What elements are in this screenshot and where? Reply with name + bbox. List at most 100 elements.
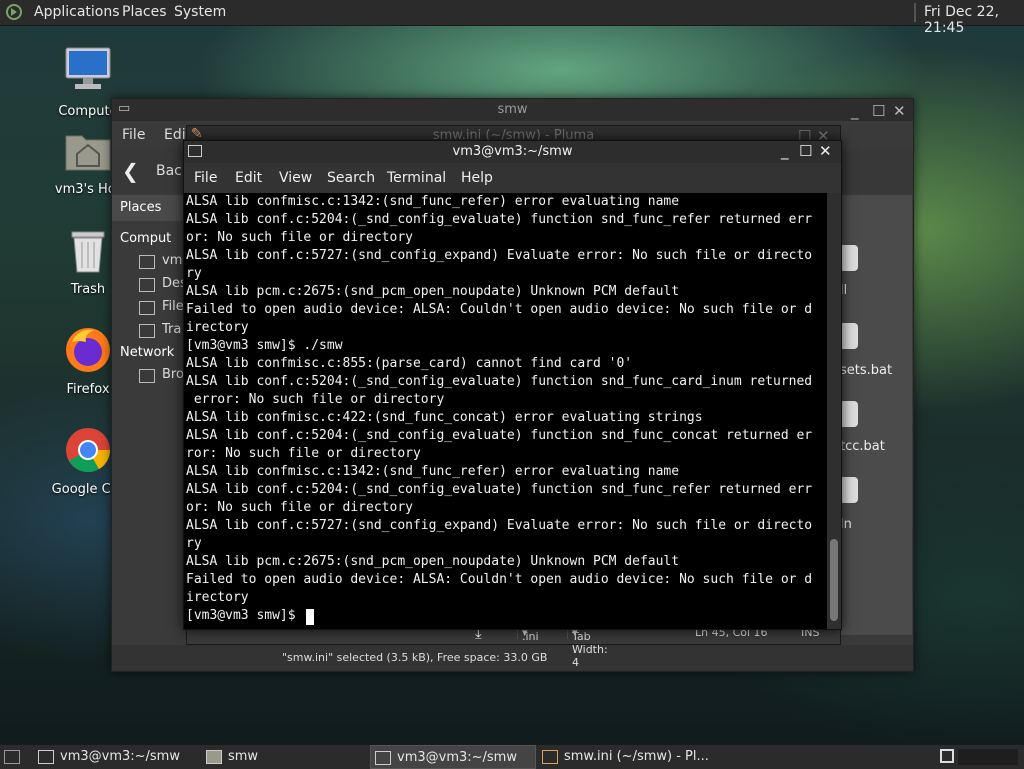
taskbar-item-pluma[interactable]: smw.ini (~/smw) - Pl...: [538, 745, 738, 769]
bottom-panel: vm3@vm3:~/smw smw vm3@vm3:~/smw smw.ini …: [0, 744, 1024, 769]
window-title: vm3@vm3:~/smw: [452, 144, 573, 159]
terminal-line: ALSA lib pcm.c:2675:(snd_pcm_open_noupda…: [186, 284, 680, 299]
terminal-line: ALSA lib conf.c:5204:(_snd_config_evalua…: [186, 374, 813, 389]
computer-icon: [65, 47, 111, 89]
terminal-line: ALSA lib confmisc.c:855:(parse_card) can…: [186, 356, 633, 371]
terminal-line: [vm3@vm3 smw]$: [186, 608, 304, 623]
home-icon: [139, 255, 155, 269]
folder-icon: [206, 750, 222, 764]
file-manager-sidebar: Comput vm Des File Tra Network Bro: [112, 223, 194, 663]
terminal-line: or: No such file or directory: [186, 500, 413, 515]
maximize-button[interactable]: ☐: [799, 142, 812, 160]
network-icon: [139, 369, 155, 383]
tab-width-label: Tab Width: 4: [572, 630, 608, 669]
taskbar-item-terminal[interactable]: vm3@vm3:~/smw: [34, 745, 200, 769]
menu-help[interactable]: Help: [461, 170, 493, 186]
sidebar-item-browse-network[interactable]: Bro: [162, 367, 184, 382]
applications-menu[interactable]: Applications: [34, 4, 120, 20]
filesystem-icon: [139, 301, 155, 315]
terminal-line: ry: [186, 536, 202, 551]
text-editor-icon: [542, 750, 558, 764]
minimize-button[interactable]: _: [851, 102, 859, 120]
window-titlebar[interactable]: vm3@vm3:~/smw _ ☐ ✕: [184, 141, 841, 163]
menu-edit[interactable]: Edit: [235, 170, 262, 186]
close-button[interactable]: ✕: [893, 102, 906, 120]
trash-small-icon: [139, 324, 155, 338]
menu-search[interactable]: Search: [327, 170, 375, 186]
terminal-output[interactable]: ALSA lib confmisc.c:1342:(snd_func_refer…: [184, 193, 827, 629]
mate-logo-icon[interactable]: [6, 4, 22, 20]
terminal-line: ALSA lib conf.c:5727:(snd_config_expand)…: [186, 518, 813, 533]
back-arrow-icon[interactable]: ❮: [122, 159, 139, 183]
terminal-icon: [38, 750, 54, 764]
file-label[interactable]: tcc.bat: [840, 439, 885, 454]
terminal-line: Failed to open audio device: ALSA: Could…: [186, 572, 813, 587]
status-text: "smw.ini" selected (3.5 kB), Free space:…: [282, 651, 548, 664]
workspace-switcher[interactable]: [940, 749, 954, 763]
terminal-line: irectory: [186, 320, 249, 335]
terminal-line: ry: [186, 266, 202, 281]
terminal-window[interactable]: vm3@vm3:~/smw _ ☐ ✕ File Edit View Searc…: [183, 140, 842, 630]
terminal-line: ALSA lib confmisc.c:1342:(snd_func_refer…: [186, 194, 680, 209]
desktop-icon: [139, 278, 155, 292]
firefox-icon: [66, 328, 110, 372]
language-label: .ini: [522, 630, 539, 643]
sidebar-places-selector[interactable]: Places: [112, 195, 194, 221]
terminal-line: ALSA lib conf.c:5204:(_snd_config_evalua…: [186, 482, 813, 497]
file-icon: [840, 477, 858, 503]
terminal-line: ALSA lib conf.c:5204:(_snd_config_evalua…: [186, 428, 813, 443]
terminal-line: ALSA lib conf.c:5204:(_snd_config_evalua…: [186, 212, 813, 227]
terminal-icon: [375, 751, 391, 765]
taskbar-label: smw: [228, 749, 259, 764]
show-desktop-icon[interactable]: [4, 750, 20, 764]
file-icon: [840, 323, 858, 349]
terminal-line: or: No such file or directory: [186, 230, 413, 245]
terminal-line: [vm3@vm3 smw]$ ./smw: [186, 338, 343, 353]
scrollbar-thumb[interactable]: [830, 539, 838, 621]
file-icon: [840, 401, 858, 427]
terminal-scrollbar[interactable]: [827, 193, 841, 629]
menu-terminal[interactable]: Terminal: [387, 170, 446, 186]
panel-separator: [914, 3, 916, 22]
close-button[interactable]: ✕: [819, 142, 832, 160]
terminal-line: ALSA lib conf.c:5727:(snd_config_expand)…: [186, 248, 813, 263]
terminal-line: ALSA lib confmisc.c:1342:(snd_func_refer…: [186, 464, 680, 479]
menu-view[interactable]: View: [279, 170, 312, 186]
terminal-line: ALSA lib pcm.c:2675:(snd_pcm_open_noupda…: [186, 554, 680, 569]
terminal-line: ror: No such file or directory: [186, 446, 421, 461]
window-titlebar[interactable]: ▭ smw _ ☐ ✕: [112, 99, 913, 121]
taskbar-label: vm3@vm3:~/smw: [60, 749, 180, 764]
file-icon: [840, 245, 858, 271]
terminal-line: irectory: [186, 590, 249, 605]
taskbar-label: vm3@vm3:~/smw: [397, 750, 517, 765]
top-panel: Applications Places System Fri Dec 22, 2…: [0, 0, 1024, 36]
places-menu[interactable]: Places: [122, 4, 167, 20]
window-title: smw: [497, 102, 528, 117]
file-manager-statusbar: "smw.ini" selected (3.5 kB), Free space:…: [112, 645, 913, 671]
sidebar-item-filesystem[interactable]: File: [162, 299, 184, 314]
taskbar-item-terminal-active[interactable]: vm3@vm3:~/smw: [370, 745, 536, 769]
taskbar-label: smw.ini (~/smw) - Pl...: [564, 749, 709, 764]
sidebar-computer-header: Comput: [120, 231, 172, 246]
home-folder-icon: [65, 135, 111, 171]
minimize-button[interactable]: _: [781, 142, 789, 160]
taskbar-item-file-manager[interactable]: smw: [202, 745, 368, 769]
terminal-cursor: [306, 609, 314, 625]
chrome-icon: [66, 428, 111, 473]
terminal-line: ALSA lib confmisc.c:422:(snd_func_concat…: [186, 410, 703, 425]
menu-file[interactable]: File: [194, 170, 217, 186]
sidebar-item-home[interactable]: vm: [162, 253, 182, 268]
system-menu[interactable]: System: [174, 4, 226, 20]
menu-file[interactable]: File: [122, 127, 145, 143]
trash-icon: [71, 231, 105, 273]
terminal-line: error: No such file or directory: [186, 392, 445, 407]
workspace-switcher-empty[interactable]: [958, 749, 1018, 765]
maximize-button[interactable]: ☐: [872, 102, 885, 120]
places-label: Places: [120, 200, 162, 215]
sidebar-network-header: Network: [120, 345, 175, 360]
clock[interactable]: Fri Dec 22, 21:45: [924, 4, 1024, 36]
file-label[interactable]: sets.bat: [840, 363, 892, 378]
sidebar-item-trash[interactable]: Tra: [162, 322, 181, 337]
terminal-line: Failed to open audio device: ALSA: Could…: [186, 302, 813, 317]
terminal-menubar: File Edit View Search Terminal Help: [184, 163, 841, 193]
